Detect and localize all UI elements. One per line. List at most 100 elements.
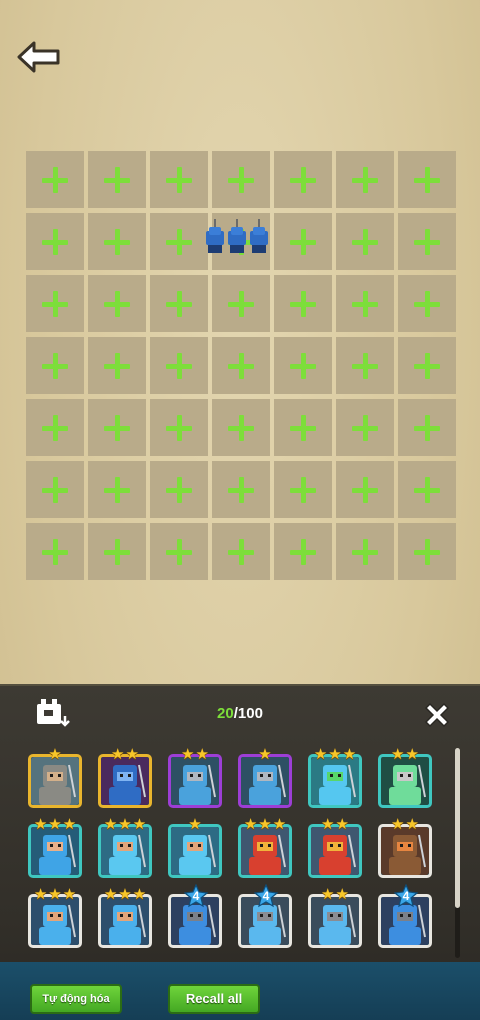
unit-card[interactable]: 4 <box>378 883 432 948</box>
unit-card[interactable]: ★ ★ <box>308 817 362 878</box>
close-icon[interactable] <box>420 698 454 732</box>
grid-slot[interactable] <box>274 399 332 456</box>
grid-slot[interactable] <box>212 461 270 518</box>
grid-slot[interactable] <box>398 151 456 208</box>
grid-slot[interactable] <box>398 213 456 270</box>
grid-slot[interactable] <box>26 337 84 394</box>
grid-slot[interactable] <box>274 151 332 208</box>
star-rating: ★ ★ <box>381 747 429 762</box>
unit-card[interactable]: ★ <box>28 747 82 808</box>
scrollbar-thumb[interactable] <box>455 748 460 908</box>
unit-card[interactable]: ★ ★ ★ <box>28 817 82 878</box>
grid-slot[interactable] <box>150 337 208 394</box>
star-rating: ★ <box>171 817 219 832</box>
grid-slot[interactable] <box>26 523 84 580</box>
grid-slot[interactable] <box>150 461 208 518</box>
level-badge-value: 4 <box>262 889 270 903</box>
plus-icon <box>104 352 130 379</box>
grid-slot[interactable] <box>274 523 332 580</box>
unit-count: 20/100 <box>0 705 480 722</box>
grid-slot[interactable] <box>212 151 270 208</box>
plus-icon <box>104 414 130 441</box>
grid-slot[interactable] <box>88 151 146 208</box>
grid-slot[interactable] <box>26 275 84 332</box>
grid-slot[interactable] <box>274 213 332 270</box>
star-icon: ★ <box>258 816 272 833</box>
grid-slot[interactable] <box>274 337 332 394</box>
plus-icon <box>42 538 68 565</box>
unit-card[interactable]: ★ ★ <box>308 887 362 948</box>
grid-slot[interactable] <box>398 399 456 456</box>
plus-icon <box>228 538 254 565</box>
unit-card[interactable]: ★ <box>168 817 222 878</box>
grid-slot[interactable] <box>398 523 456 580</box>
plus-icon <box>414 290 440 317</box>
unit-card[interactable]: 4 <box>168 883 222 948</box>
unit-card[interactable]: ★ ★ ★ <box>98 817 152 878</box>
auto-arrange-button[interactable]: Tự động hóa <box>30 984 122 1014</box>
plus-icon <box>414 166 440 193</box>
plus-icon <box>228 166 254 193</box>
blue-spearman-squad-icon[interactable] <box>204 219 270 259</box>
unit-card[interactable]: ★ ★ ★ <box>28 887 82 948</box>
grid-slot[interactable] <box>336 151 394 208</box>
scrollbar[interactable] <box>455 748 460 958</box>
plus-icon <box>414 352 440 379</box>
grid-slot[interactable] <box>274 461 332 518</box>
unit-card[interactable]: ★ ★ ★ <box>98 887 152 948</box>
grid-slot[interactable] <box>88 523 146 580</box>
grid-slot[interactable] <box>336 275 394 332</box>
grid-slot[interactable] <box>212 399 270 456</box>
star-icon: ★ <box>33 816 48 833</box>
grid-slot[interactable] <box>150 399 208 456</box>
plus-icon <box>352 352 378 379</box>
star-rating: ★ ★ <box>311 887 359 902</box>
red-caster-icon <box>311 827 359 875</box>
cannon-crew-icon <box>381 827 429 875</box>
grid-slot[interactable] <box>88 461 146 518</box>
plus-icon <box>104 538 130 565</box>
unit-card[interactable]: ★ ★ <box>168 747 222 808</box>
blue-demon-knight-icon <box>101 757 149 805</box>
grid-slot[interactable] <box>336 337 394 394</box>
plus-icon <box>414 228 440 255</box>
grid-slot[interactable] <box>26 151 84 208</box>
grid-slot[interactable] <box>88 275 146 332</box>
grid-slot[interactable] <box>398 337 456 394</box>
grid-slot[interactable] <box>212 275 270 332</box>
unit-card[interactable]: ★ ★ <box>378 747 432 808</box>
grid-slot[interactable] <box>150 523 208 580</box>
grid-slot[interactable] <box>206 213 270 270</box>
grid-slot[interactable] <box>88 213 146 270</box>
grid-slot[interactable] <box>88 337 146 394</box>
level-badge: 4 <box>393 883 419 908</box>
red-caster-icon <box>241 827 289 875</box>
grid-slot[interactable] <box>398 275 456 332</box>
grid-slot[interactable] <box>336 213 394 270</box>
plus-icon <box>166 290 192 317</box>
unit-card[interactable]: 4 <box>238 883 292 948</box>
grid-slot[interactable] <box>398 461 456 518</box>
grid-slot[interactable] <box>212 523 270 580</box>
grid-slot[interactable] <box>336 461 394 518</box>
grid-slot[interactable] <box>150 275 208 332</box>
unit-card[interactable]: ★ ★ <box>98 747 152 808</box>
unit-card[interactable]: ★ ★ <box>378 817 432 878</box>
unit-card[interactable]: ★ <box>238 747 292 808</box>
unit-card[interactable]: ★ ★ ★ <box>238 817 292 878</box>
grid-slot[interactable] <box>150 151 208 208</box>
grid-slot[interactable] <box>88 399 146 456</box>
recall-all-button[interactable]: Recall all <box>168 984 260 1014</box>
unit-card[interactable]: ★ ★ ★ <box>308 747 362 808</box>
grid-slot[interactable] <box>26 461 84 518</box>
grid-slot[interactable] <box>274 275 332 332</box>
grid-slot[interactable] <box>336 523 394 580</box>
star-icon: ★ <box>48 816 62 833</box>
back-arrow-icon[interactable] <box>16 40 62 74</box>
grid-slot[interactable] <box>26 399 84 456</box>
grid-slot[interactable] <box>150 213 208 270</box>
grid-slot[interactable] <box>336 399 394 456</box>
grid-slot[interactable] <box>212 337 270 394</box>
star-icon: ★ <box>328 746 342 763</box>
grid-slot[interactable] <box>26 213 84 270</box>
